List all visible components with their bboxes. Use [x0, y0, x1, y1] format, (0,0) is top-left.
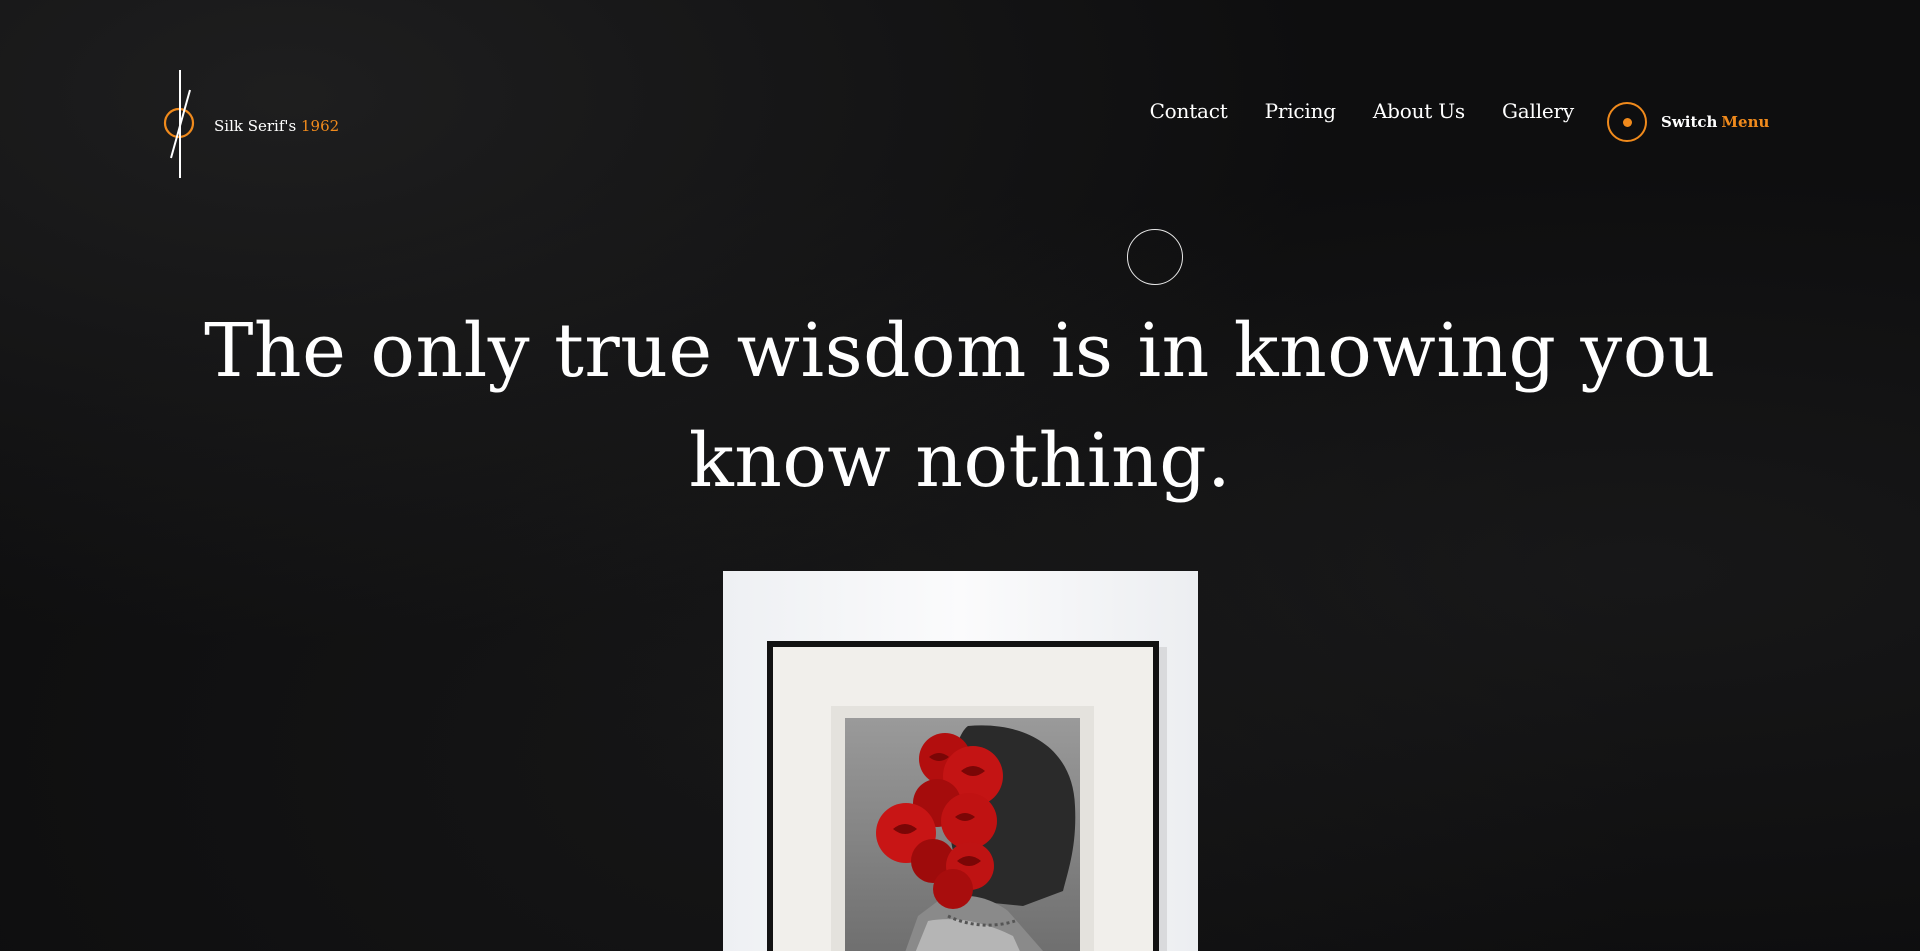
menu-word: Menu — [1721, 113, 1770, 131]
hero-quote: The only true wisdom is in knowing you k… — [204, 308, 1716, 504]
nav-about-us-link[interactable]: About Us — [1373, 99, 1465, 123]
brand-year: 1962 — [301, 117, 340, 135]
ring-dot-icon — [1607, 102, 1647, 142]
brand-name-text: Silk Serif's — [214, 117, 297, 135]
nav-pricing-link[interactable]: Pricing — [1265, 99, 1336, 123]
switch-menu-label: Switch Menu — [1661, 113, 1769, 131]
outline-circle-icon — [1127, 229, 1183, 285]
switch-menu-button[interactable]: Switch Menu — [1607, 102, 1769, 142]
brand-name: Silk Serif's 1962 — [214, 117, 339, 135]
main-nav: Contact Pricing About Us Gallery — [1150, 99, 1575, 123]
slashed-circle-logo-icon — [160, 68, 202, 180]
switch-word: Switch — [1661, 113, 1718, 131]
nav-gallery-link[interactable]: Gallery — [1502, 99, 1574, 123]
framed-artwork-image — [723, 571, 1198, 951]
nav-contact-link[interactable]: Contact — [1150, 99, 1228, 123]
switch-dot — [1622, 117, 1632, 127]
brand-logo[interactable]: Silk Serif's 1962 — [160, 68, 339, 180]
